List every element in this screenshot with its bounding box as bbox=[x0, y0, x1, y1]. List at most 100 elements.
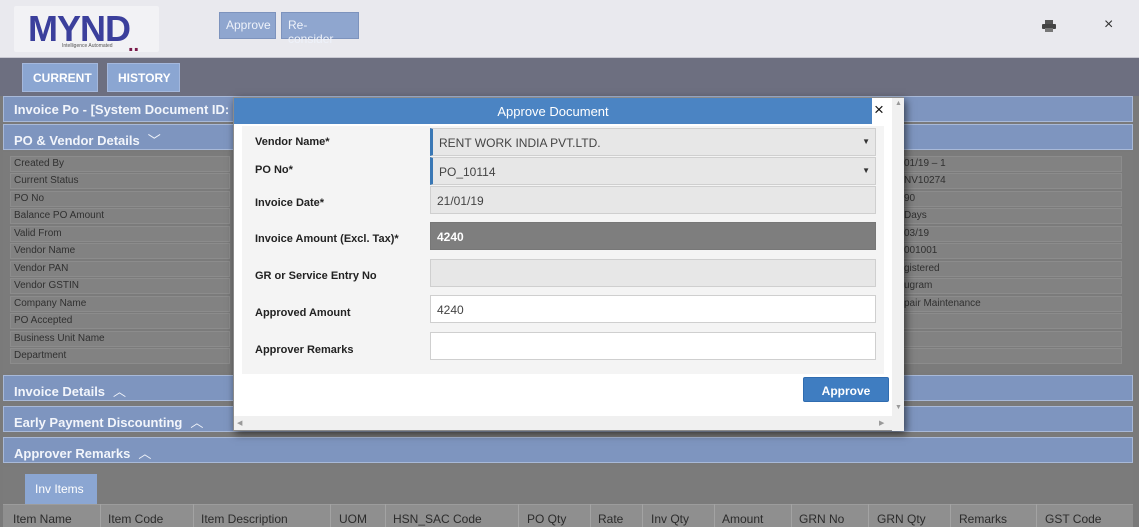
detail-value bbox=[900, 331, 1122, 347]
po-no-value: PO_10114 bbox=[439, 165, 496, 179]
column-header[interactable]: Rate bbox=[598, 512, 623, 526]
column-divider bbox=[1036, 504, 1037, 527]
column-divider bbox=[590, 504, 591, 527]
detail-value bbox=[900, 348, 1122, 364]
detail-value: 001001 bbox=[900, 243, 1122, 259]
scroll-right-icon[interactable]: ▶ bbox=[879, 419, 884, 427]
detail-value: 01/19 – 1 bbox=[900, 156, 1122, 172]
detail-label: PO No bbox=[10, 191, 230, 207]
horizontal-scrollbar[interactable]: ◀ ▶ bbox=[234, 416, 892, 430]
detail-value: Days bbox=[900, 208, 1122, 224]
vertical-scrollbar[interactable]: ▲ ▼ bbox=[892, 98, 904, 431]
inv-items-tabbar bbox=[3, 467, 1133, 507]
scroll-up-icon[interactable]: ▲ bbox=[895, 100, 902, 107]
column-divider bbox=[950, 504, 951, 527]
column-divider bbox=[518, 504, 519, 527]
chevron-up-icon: ︿ bbox=[190, 415, 204, 430]
invoice-date-label: Invoice Date* bbox=[255, 197, 325, 209]
approver-remarks-input[interactable] bbox=[430, 332, 876, 360]
logo: MYND .. Intelligence Automated bbox=[14, 6, 159, 56]
tab-inv-items[interactable]: Inv Items bbox=[25, 474, 97, 504]
detail-value: 90 bbox=[900, 191, 1122, 207]
detail-label: Company Name bbox=[10, 296, 230, 312]
detail-value: 03/19 bbox=[900, 226, 1122, 242]
detail-label: Valid From bbox=[10, 226, 230, 242]
chevron-up-icon: ︿ bbox=[138, 446, 152, 461]
column-divider bbox=[791, 504, 792, 527]
chevron-down-icon: ﹀ bbox=[147, 133, 161, 148]
modal-approve-button[interactable]: Approve bbox=[803, 377, 889, 402]
reconsider-button[interactable]: Re-consider bbox=[281, 12, 359, 46]
invoice-amount-label: Invoice Amount (Excl. Tax)* bbox=[255, 233, 399, 245]
vendor-name-select[interactable]: RENT WORK INDIA PVT.LTD. ▼ bbox=[430, 128, 876, 156]
detail-value bbox=[900, 313, 1122, 329]
detail-label: Vendor PAN bbox=[10, 261, 230, 277]
column-header[interactable]: GRN Qty bbox=[877, 512, 926, 526]
chevron-up-icon: ︿ bbox=[113, 384, 127, 399]
column-header[interactable]: Amount bbox=[722, 512, 763, 526]
column-divider bbox=[714, 504, 715, 527]
column-divider bbox=[642, 504, 643, 527]
column-header[interactable]: Item Description bbox=[201, 512, 288, 526]
column-divider bbox=[330, 504, 331, 527]
modal-title: Approve Document bbox=[234, 98, 872, 124]
detail-value: NV10274 bbox=[900, 173, 1122, 189]
detail-value: ugram bbox=[900, 278, 1122, 294]
tab-history[interactable]: HISTORY bbox=[107, 63, 180, 92]
column-divider bbox=[193, 504, 194, 527]
column-header[interactable]: HSN_SAC Code bbox=[393, 512, 482, 526]
gr-entry-label: GR or Service Entry No bbox=[255, 270, 377, 282]
dropdown-caret-icon: ▼ bbox=[862, 137, 870, 146]
logo-tagline: Intelligence Automated bbox=[62, 43, 113, 49]
po-vendor-title: PO & Vendor Details bbox=[14, 133, 140, 148]
print-icon[interactable] bbox=[1042, 20, 1056, 32]
invoice-details-title: Invoice Details bbox=[14, 384, 106, 399]
approve-document-modal: Approve Document × ▲ ▼ ◀ ▶ Vendor Name* … bbox=[233, 97, 904, 431]
vendor-name-value: RENT WORK INDIA PVT.LTD. bbox=[439, 136, 601, 150]
invoice-po-title: Invoice Po - [System Document ID: 2 bbox=[14, 102, 241, 117]
column-header[interactable]: Item Name bbox=[13, 512, 72, 526]
approve-form: Vendor Name* RENT WORK INDIA PVT.LTD. ▼ … bbox=[242, 126, 884, 374]
invoice-amount-field: 4240 bbox=[430, 222, 876, 250]
detail-value: pair Maintenance bbox=[900, 296, 1122, 312]
column-header[interactable]: Inv Qty bbox=[651, 512, 689, 526]
scroll-down-icon[interactable]: ▼ bbox=[895, 404, 902, 411]
detail-label: Current Status bbox=[10, 173, 230, 189]
vendor-name-label: Vendor Name* bbox=[255, 136, 330, 148]
column-header[interactable]: GST Code bbox=[1045, 512, 1101, 526]
po-no-select[interactable]: PO_10114 ▼ bbox=[430, 157, 876, 185]
column-divider bbox=[868, 504, 869, 527]
scroll-left-icon[interactable]: ◀ bbox=[237, 419, 242, 427]
dropdown-caret-icon: ▼ bbox=[862, 166, 870, 175]
approve-button[interactable]: Approve bbox=[219, 12, 276, 39]
approver-remarks-label: Approver Remarks bbox=[255, 344, 354, 356]
modal-close-icon[interactable]: × bbox=[874, 100, 884, 120]
detail-label: Created By bbox=[10, 156, 230, 172]
logo-dots: .. bbox=[128, 34, 140, 56]
detail-label: PO Accepted bbox=[10, 313, 230, 329]
column-header[interactable]: Remarks bbox=[959, 512, 1007, 526]
column-header[interactable]: GRN No bbox=[799, 512, 844, 526]
approver-remarks-section[interactable]: Approver Remarks ︿ bbox=[3, 437, 1133, 463]
invoice-date-field: 21/01/19 bbox=[430, 186, 876, 214]
early-payment-title: Early Payment Discounting bbox=[14, 415, 183, 430]
detail-label: Balance PO Amount bbox=[10, 208, 230, 224]
approved-amount-input[interactable]: 4240 bbox=[430, 295, 876, 323]
close-icon[interactable]: × bbox=[1104, 16, 1113, 34]
column-header[interactable]: Item Code bbox=[108, 512, 163, 526]
po-no-label: PO No* bbox=[255, 164, 293, 176]
gr-entry-field bbox=[430, 259, 876, 287]
column-divider bbox=[385, 504, 386, 527]
column-header[interactable]: PO Qty bbox=[527, 512, 566, 526]
tab-current[interactable]: CURRENT bbox=[22, 63, 98, 92]
detail-label: Department bbox=[10, 348, 230, 364]
tabs-row: CURRENT HISTORY bbox=[0, 58, 1139, 96]
top-bar: MYND .. Intelligence Automated Approve R… bbox=[0, 0, 1139, 58]
column-divider bbox=[100, 504, 101, 527]
detail-label: Vendor Name bbox=[10, 243, 230, 259]
column-header[interactable]: UOM bbox=[339, 512, 367, 526]
detail-label: Business Unit Name bbox=[10, 331, 230, 347]
approver-remarks-title: Approver Remarks bbox=[14, 446, 131, 461]
detail-value: gistered bbox=[900, 261, 1122, 277]
approved-amount-label: Approved Amount bbox=[255, 307, 351, 319]
